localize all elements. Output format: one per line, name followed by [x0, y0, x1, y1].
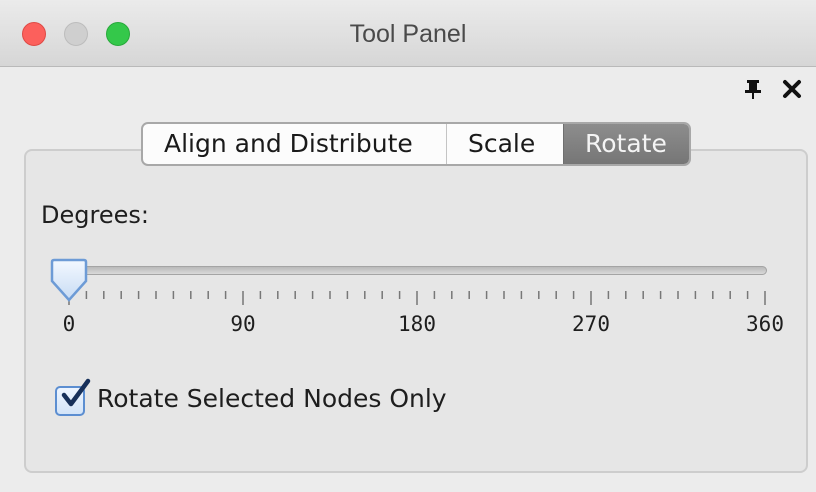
tab-align-and-distribute[interactable]: Align and Distribute	[143, 124, 447, 164]
tab-bar: Align and Distribute Scale Rotate	[141, 122, 691, 166]
tick-label: 180	[398, 312, 436, 336]
degrees-slider-track[interactable]	[68, 266, 767, 275]
tab-content-box	[24, 149, 808, 473]
checkmark-icon	[61, 378, 91, 407]
degrees-label: Degrees:	[41, 201, 149, 229]
tick-label: 360	[746, 312, 784, 336]
rotate-selected-label[interactable]: Rotate Selected Nodes Only	[97, 384, 447, 413]
tick-label: 270	[572, 312, 610, 336]
close-panel-icon[interactable]	[781, 78, 803, 100]
window-title: Tool Panel	[349, 20, 467, 48]
tab-rotate[interactable]: Rotate	[563, 124, 689, 164]
tick-label: 0	[62, 312, 76, 336]
degrees-slider-thumb[interactable]	[50, 257, 88, 303]
title-bar: Tool Panel	[0, 0, 816, 67]
tick-label: 90	[230, 312, 256, 336]
pin-icon[interactable]	[742, 78, 764, 100]
tab-scale[interactable]: Scale	[447, 124, 563, 164]
